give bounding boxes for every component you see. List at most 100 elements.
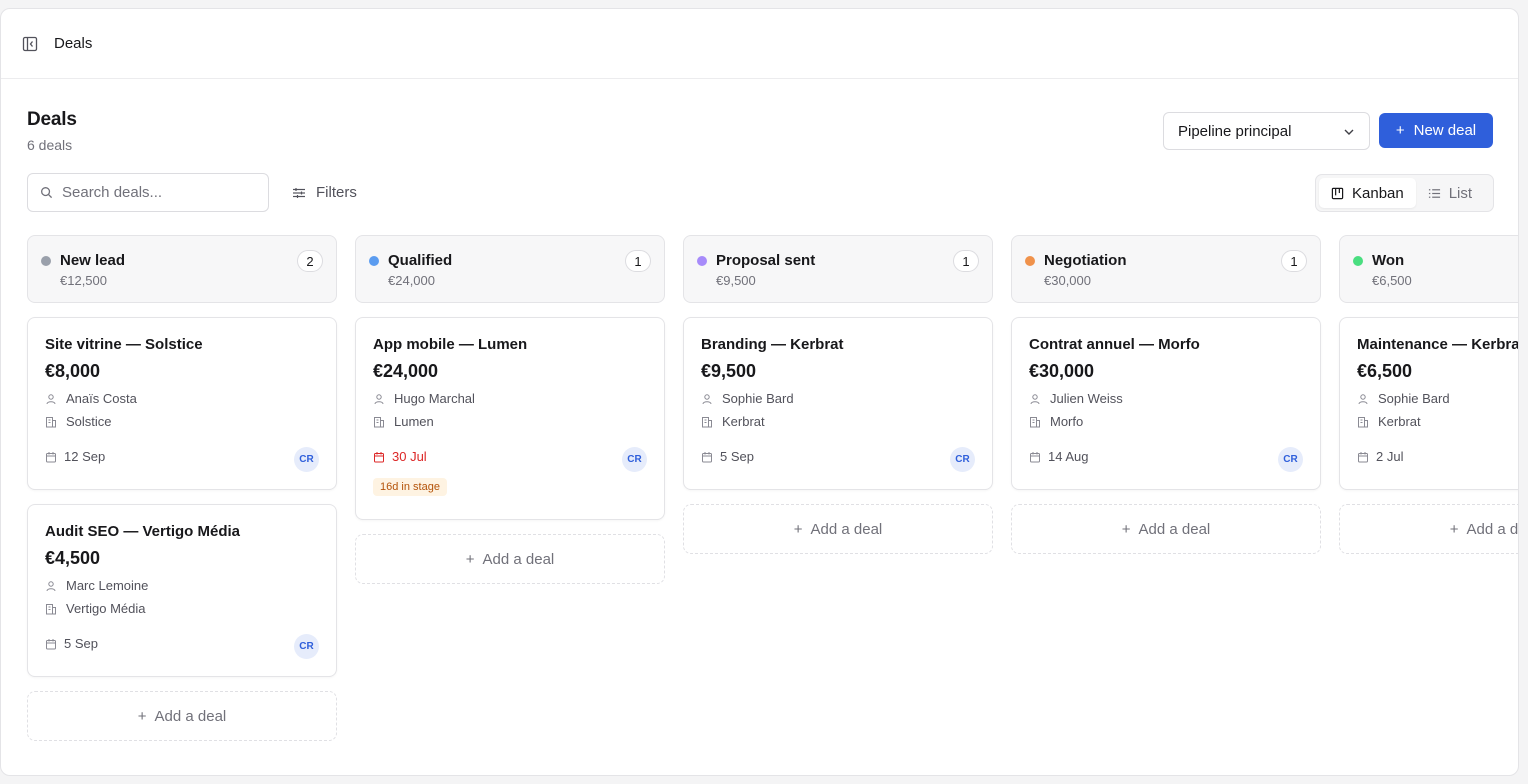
add-deal-label: Add a deal — [154, 707, 227, 725]
stage-count-badge: 1 — [625, 250, 651, 272]
filters-label: Filters — [316, 184, 357, 201]
stage-total: €9,500 — [716, 273, 756, 288]
building-icon — [46, 416, 56, 427]
chevron-down-icon — [1343, 125, 1355, 137]
deal-contact: Marc Lemoine — [45, 578, 319, 593]
stage-column-negotiation: Negotiation €30,000 1 Contrat annuel — M… — [1011, 235, 1321, 741]
search-box[interactable] — [27, 173, 269, 212]
deal-card[interactable]: App mobile — Lumen €24,000 Hugo Marchal … — [355, 317, 665, 520]
calendar-icon — [374, 451, 384, 462]
date-text: 5 Sep — [720, 449, 754, 464]
contact-name: Sophie Bard — [1378, 391, 1450, 406]
new-deal-button[interactable]: + New deal — [1379, 113, 1493, 148]
stage-total: €12,500 — [60, 273, 107, 288]
add-deal-button[interactable]: + Add a deal — [355, 534, 665, 584]
deal-amount: €4,500 — [45, 548, 101, 568]
stage-total: €24,000 — [388, 273, 435, 288]
stage-count-badge: 1 — [953, 250, 979, 272]
top-bar: Deals — [1, 9, 1518, 79]
deal-card[interactable]: Maintenance — Kerbrat €6,500 Sophie Bard… — [1339, 317, 1518, 490]
deal-close-date: 2 Jul — [1357, 449, 1518, 464]
deal-company: Kerbrat — [1357, 414, 1518, 429]
kanban-board: New lead €12,500 2 Site vitrine — Solsti… — [27, 235, 1518, 741]
add-deal-button[interactable]: + Add a deal — [27, 691, 337, 741]
building-icon — [1030, 416, 1040, 427]
filters-button[interactable]: Filters — [292, 184, 357, 201]
view-list-button[interactable]: List — [1416, 178, 1484, 208]
stage-name: Qualified — [388, 252, 453, 269]
deal-contact: Sophie Bard — [701, 391, 975, 406]
stage-color-dot — [369, 255, 379, 266]
deal-close-date-overdue: 30 Jul — [373, 449, 647, 464]
deal-contact: Sophie Bard — [1357, 391, 1518, 406]
person-icon — [374, 393, 384, 404]
pipeline-select[interactable]: Pipeline principal — [1163, 112, 1370, 150]
deal-card[interactable]: Branding — Kerbrat €9,500 Sophie Bard Ke… — [683, 317, 993, 490]
add-deal-button[interactable]: + Add a deal — [1011, 504, 1321, 554]
add-deal-button[interactable]: + Add a deal — [1339, 504, 1518, 554]
company-name: Kerbrat — [1378, 414, 1421, 429]
column-header: Negotiation €30,000 1 — [1011, 235, 1321, 303]
owner-avatar: CR — [1278, 447, 1303, 472]
owner-avatar: CR — [294, 634, 319, 659]
company-name: Solstice — [66, 414, 112, 429]
deal-title: Audit SEO — Vertigo Média — [45, 523, 241, 540]
deal-card[interactable]: Audit SEO — Vertigo Média €4,500 Marc Le… — [27, 504, 337, 677]
app-window: Deals Deals 6 deals Pipeline principal +… — [0, 8, 1519, 776]
building-icon — [374, 416, 384, 427]
contact-name: Anaïs Costa — [66, 391, 137, 406]
search-input[interactable] — [62, 184, 252, 201]
sidebar-toggle-icon[interactable] — [22, 36, 38, 52]
company-name: Lumen — [394, 414, 434, 429]
deal-company: Kerbrat — [701, 414, 975, 429]
sliders-icon — [293, 187, 305, 198]
stage-total: €30,000 — [1044, 273, 1091, 288]
add-deal-label: Add a deal — [810, 520, 883, 538]
view-toggle: Kanban List — [1315, 174, 1494, 212]
building-icon — [1358, 416, 1368, 427]
breadcrumb: Deals — [54, 35, 93, 52]
company-name: Vertigo Média — [66, 601, 146, 616]
deal-close-date: 12 Sep — [45, 449, 319, 464]
deal-card[interactable]: Site vitrine — Solstice €8,000 Anaïs Cos… — [27, 317, 337, 490]
deal-title: Site vitrine — Solstice — [45, 336, 203, 353]
page-header: Deals 6 deals — [27, 109, 77, 153]
view-list-label: List — [1448, 184, 1473, 202]
stage-color-dot — [1353, 255, 1363, 266]
list-icon — [1428, 188, 1440, 198]
calendar-icon — [702, 451, 712, 462]
plus-icon: + — [793, 520, 803, 538]
stage-count-badge: 1 — [1281, 250, 1307, 272]
deal-company: Lumen — [373, 414, 647, 429]
deal-close-date: 5 Sep — [45, 636, 319, 651]
plus-icon: + — [1449, 520, 1459, 538]
column-header: Won €6,500 1 — [1339, 235, 1518, 303]
deal-amount: €24,000 — [373, 361, 439, 381]
contact-name: Julien Weiss — [1050, 391, 1123, 406]
deal-close-date: 5 Sep — [701, 449, 975, 464]
plus-icon: + — [1395, 122, 1405, 139]
view-kanban-button[interactable]: Kanban — [1319, 178, 1416, 208]
owner-avatar: CR — [294, 447, 319, 472]
deal-amount: €30,000 — [1029, 361, 1095, 381]
deal-card[interactable]: Contrat annuel — Morfo €30,000 Julien We… — [1011, 317, 1321, 490]
deal-title: Contrat annuel — Morfo — [1029, 336, 1200, 353]
stage-total: €6,500 — [1372, 273, 1412, 288]
search-icon — [41, 187, 53, 199]
deal-company: Solstice — [45, 414, 319, 429]
calendar-icon — [46, 451, 56, 462]
calendar-icon — [1030, 451, 1040, 462]
deal-contact: Hugo Marchal — [373, 391, 647, 406]
stage-name: New lead — [60, 252, 126, 269]
person-icon — [46, 393, 56, 404]
column-header: New lead €12,500 2 — [27, 235, 337, 303]
add-deal-button[interactable]: + Add a deal — [683, 504, 993, 554]
time-in-stage-badge: 16d in stage — [373, 478, 447, 496]
stage-color-dot — [697, 255, 707, 266]
stage-name: Proposal sent — [716, 252, 816, 269]
deal-amount: €6,500 — [1357, 361, 1413, 381]
deal-close-date: 14 Aug — [1029, 449, 1303, 464]
company-name: Kerbrat — [722, 414, 765, 429]
date-text: 14 Aug — [1048, 449, 1089, 464]
stage-name: Negotiation — [1044, 252, 1127, 269]
